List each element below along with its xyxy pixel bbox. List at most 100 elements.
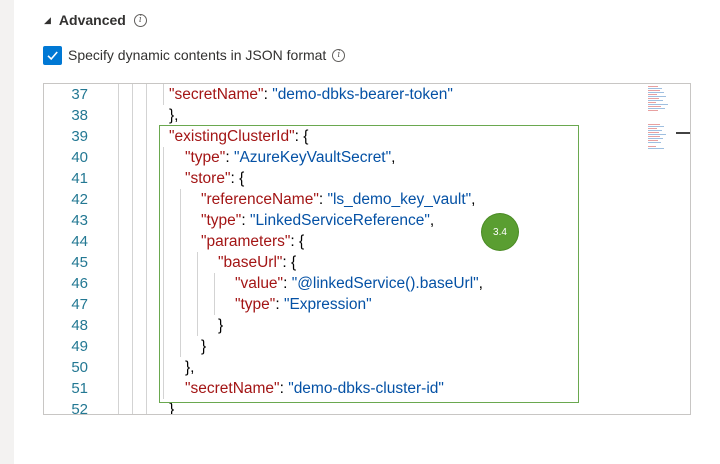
json-code-editor[interactable]: 37 38 39 40 41 42 43 44 45 46 47 48 49 50 51 52 "secret… (43, 83, 691, 415)
code-line[interactable]: } (201, 336, 206, 357)
indent-guide (118, 273, 119, 294)
dynamic-contents-option[interactable]: Specify dynamic contents in JSON format … (43, 44, 346, 66)
indent-guide (146, 231, 147, 252)
line-number: 43 (71, 212, 88, 229)
minimap-line (648, 96, 666, 97)
code-token: } (201, 338, 207, 355)
indent-guide (146, 357, 147, 378)
indent-guide (146, 273, 147, 294)
code-token: : { (290, 233, 305, 250)
code-token: "parameters" (201, 233, 291, 250)
line-number: 51 (71, 380, 88, 397)
code-token: : (283, 275, 292, 292)
minimap-line (648, 146, 656, 147)
code-token: "AzureKeyVaultSecret" (233, 149, 392, 166)
indent-guide (180, 231, 181, 252)
indent-guide (214, 273, 215, 294)
line-number: 49 (71, 338, 88, 355)
indent-guide (132, 336, 133, 357)
indent-guide (214, 294, 215, 315)
line-number: 47 (71, 296, 88, 313)
code-token: "store" (185, 170, 231, 187)
info-icon[interactable]: i (332, 48, 346, 62)
indent-guide (163, 168, 164, 189)
code-token: : (225, 149, 234, 166)
code-token: "secretName" (169, 86, 264, 103)
minimap-line (648, 98, 659, 99)
line-number: 45 (71, 254, 88, 271)
code-line[interactable]: "baseUrl": { (218, 252, 296, 273)
code-token: : (279, 380, 289, 397)
indent-guide (146, 126, 147, 147)
minimap-line (648, 100, 663, 101)
left-panel-strip (0, 0, 14, 464)
code-token: : { (294, 128, 309, 145)
indent-guide (146, 105, 147, 126)
indent-guide (132, 189, 133, 210)
line-number-gutter: 37 38 39 40 41 42 43 44 45 46 47 48 49 50 51 52 (44, 84, 104, 414)
code-line[interactable]: "secretName": "demo-dbks-bearer-token" (169, 84, 453, 105)
code-token: "baseUrl" (218, 254, 283, 271)
indent-guide (163, 84, 164, 105)
code-line[interactable]: } (169, 399, 175, 415)
indent-guide (146, 147, 147, 168)
indent-guide (146, 294, 147, 315)
code-token: , (429, 212, 435, 229)
minimap-line (648, 108, 665, 109)
indent-guide (180, 210, 181, 231)
code-line[interactable]: "existingClusterId": { (169, 126, 308, 147)
indent-guide (146, 399, 147, 414)
code-line[interactable]: }, (185, 357, 194, 378)
indent-guide (146, 315, 147, 336)
code-token: : (241, 212, 250, 229)
code-token: "referenceName" (201, 191, 319, 208)
collapse-triangle-icon[interactable]: ◢ (44, 15, 51, 25)
scroll-position-marker[interactable] (676, 132, 690, 134)
minimap-line (648, 106, 661, 107)
advanced-section-header[interactable]: ◢ Advanced i (44, 9, 147, 31)
indent-guide (180, 336, 181, 357)
indent-guide (146, 378, 147, 399)
code-token: , (478, 275, 483, 292)
indent-guide (163, 357, 164, 378)
indent-guide (163, 378, 164, 399)
indent-guide (146, 168, 147, 189)
code-token: } (169, 401, 175, 415)
line-number: 37 (71, 86, 88, 103)
indent-guide (197, 252, 198, 273)
indent-guide (180, 315, 181, 336)
indent-guide (180, 252, 181, 273)
line-number: 38 (71, 107, 88, 124)
code-token: "type" (185, 149, 226, 166)
info-icon[interactable]: i (133, 13, 147, 27)
indent-guide (132, 231, 133, 252)
code-token: "demo-dbks-bearer-token" (272, 86, 453, 103)
line-number: 52 (71, 401, 88, 415)
indent-guide (132, 84, 133, 105)
code-line[interactable]: }, (169, 105, 178, 126)
dynamic-contents-checkbox[interactable] (43, 45, 62, 65)
code-line[interactable]: "value": "@linkedService().baseUrl", (235, 273, 483, 294)
indent-guide (118, 378, 119, 399)
indent-guide (163, 315, 164, 336)
indent-guide (118, 189, 119, 210)
code-line[interactable]: "type": "AzureKeyVaultSecret", (185, 147, 395, 168)
indent-guide (163, 210, 164, 231)
indent-guide (146, 336, 147, 357)
code-line[interactable]: "type": "Expression" (235, 294, 372, 315)
indent-guide (163, 189, 164, 210)
code-line[interactable]: } (218, 315, 223, 336)
code-line[interactable]: "parameters": { (201, 231, 304, 252)
code-line[interactable]: "type": "LinkedServiceReference", (201, 210, 434, 231)
code-token: "type" (201, 212, 242, 229)
indent-guide (118, 231, 119, 252)
code-line[interactable]: "secretName": "demo-dbks-cluster-id" (185, 378, 444, 399)
minimap-line (648, 92, 664, 93)
code-token: "Expression" (283, 296, 372, 313)
minimap-line (648, 124, 660, 125)
code-line[interactable]: "store": { (185, 168, 244, 189)
indent-guide (132, 294, 133, 315)
indent-guide (163, 273, 164, 294)
code-line[interactable]: "referenceName": "ls_demo_key_vault", (201, 189, 475, 210)
code-token: , (471, 191, 476, 208)
